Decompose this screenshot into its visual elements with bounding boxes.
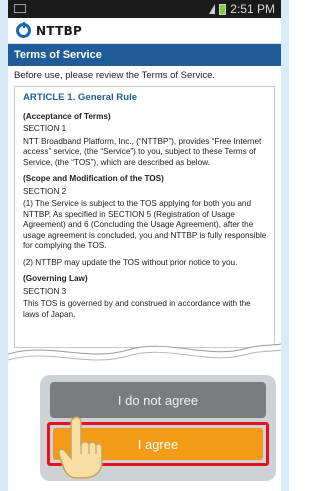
power-logo-icon [16, 22, 31, 38]
section-number: SECTION 2 [23, 186, 67, 196]
pointing-hand-icon [58, 416, 103, 479]
disagree-button[interactable]: I do not agree [50, 382, 266, 418]
section-paragraph: This TOS is governed by and construed in… [23, 299, 251, 319]
status-time: 2:51 PM [230, 2, 275, 16]
torn-edge-divider [8, 343, 281, 372]
page-title: Terms of Service [8, 44, 281, 66]
section-paragraph: (1) The Service is subject to the TOS ap… [23, 199, 267, 250]
section-heading: (Acceptance of Terms) [23, 111, 111, 121]
section-heading: (Scope and Modification of the TOS) [23, 174, 164, 183]
battery-icon [219, 3, 227, 15]
section-paragraph: (2) NTTBP may update the TOS without pri… [23, 257, 238, 267]
logo-bar: NTTBP [8, 18, 281, 44]
phone-screen: 2:51 PM NTTBP Terms of Service Before us… [8, 0, 281, 491]
status-bar: 2:51 PM [8, 0, 281, 18]
terms-scroll-area[interactable]: ARTICLE 1. General Rule (Acceptance of T… [14, 86, 275, 348]
signal-icon [209, 4, 216, 14]
section-heading: (Governing Law) [23, 274, 88, 283]
status-icons: 2:51 PM [209, 2, 275, 16]
section-number: SECTION 1 [23, 124, 67, 133]
section-paragraph: NTT Broadband Platform, Inc., (“NTTBP”),… [23, 136, 262, 167]
section-number: SECTION 3 [23, 286, 67, 296]
logo-text: NTTBP [36, 23, 83, 38]
article-heading: ARTICLE 1. General Rule [23, 92, 138, 103]
notification-icon [14, 4, 26, 13]
intro-text: Before use, please review the Terms of S… [14, 70, 216, 81]
